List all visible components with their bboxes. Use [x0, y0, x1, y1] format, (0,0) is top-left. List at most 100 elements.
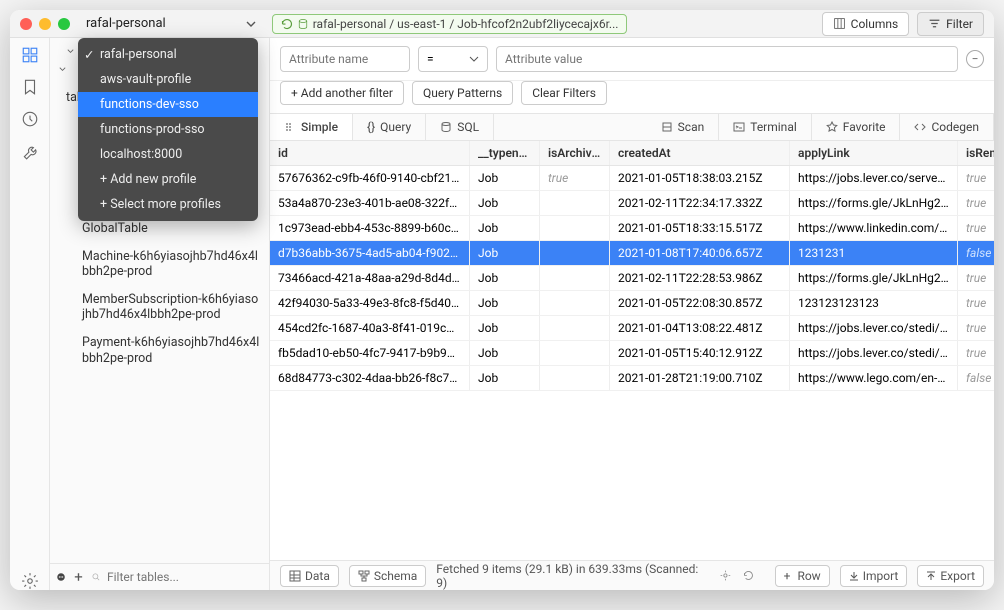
table-cell: Job	[470, 366, 540, 390]
sidebar-table[interactable]: Machine-k6h6yiasojhb7hd46x4lbbh2pe-prod	[50, 243, 269, 286]
breadcrumb[interactable]: rafal-personal / us-east-1 / Job-hfcof2n…	[272, 14, 628, 34]
upload-icon	[926, 571, 936, 581]
btn-label: Row	[797, 569, 820, 583]
tab-codegen[interactable]: Codegen	[900, 114, 994, 140]
table-cell: 2021-01-04T13:08:22.481Z	[610, 316, 790, 340]
table-cell	[540, 291, 610, 315]
profile-dropdown-item[interactable]: localhost:8000	[78, 142, 258, 167]
table-cell: https://forms.gle/JkLnHg2wbAgZG7	[790, 266, 958, 290]
tab-scan[interactable]: Scan	[647, 114, 720, 140]
grid-icon[interactable]	[21, 46, 39, 64]
table-cell: 2021-02-11T22:28:53.986Z	[610, 266, 790, 290]
column-header[interactable]: __typename	[470, 141, 540, 165]
bookmark-icon[interactable]	[21, 78, 39, 96]
import-button[interactable]: Import	[840, 565, 908, 587]
chevron-down-icon	[66, 47, 75, 56]
schema-tab[interactable]: Schema	[349, 565, 426, 587]
table-row[interactable]: d7b36abb-3675-4ad5-ab04-f9027aeJob2021-0…	[270, 241, 994, 266]
table-cell: true	[958, 341, 994, 365]
table-row[interactable]: 454cd2fc-1687-40a3-8f41-019c0d3cJob2021-…	[270, 316, 994, 341]
columns-button[interactable]: Columns	[822, 12, 910, 36]
table-cell	[540, 216, 610, 240]
tab-favorite[interactable]: Favorite	[812, 114, 901, 140]
table-row[interactable]: 57676362-c9fb-46f0-9140-cbf21958Jobtrue2…	[270, 166, 994, 191]
table-cell	[540, 241, 610, 265]
column-header[interactable]: isArchived	[540, 141, 610, 165]
query-patterns-button[interactable]: Query Patterns	[412, 81, 513, 105]
table-row[interactable]: 42f94030-5a33-49e3-8fc8-f5d400dcJob2021-…	[270, 291, 994, 316]
breadcrumb-text: rafal-personal / us-east-1 / Job-hfcof2n…	[313, 17, 619, 31]
table-cell	[540, 266, 610, 290]
column-header[interactable]: applyLink	[790, 141, 958, 165]
table-cell: 454cd2fc-1687-40a3-8f41-019c0d3c	[270, 316, 470, 340]
table-cell: https://jobs.lever.co/stedi/5aa481d0-	[790, 341, 958, 365]
column-header[interactable]: isRemote	[958, 141, 994, 165]
profile-dropdown-item[interactable]: aws-vault-profile	[78, 67, 258, 92]
chevron-down-icon	[246, 19, 256, 29]
add-filter-button[interactable]: + Add another filter	[280, 81, 404, 105]
tab-label: Favorite	[843, 120, 886, 134]
refresh-icon[interactable]	[742, 569, 755, 582]
table-row[interactable]: 68d84773-c302-4daa-bb26-f8c734dJob2021-0…	[270, 366, 994, 391]
table-cell: Job	[470, 216, 540, 240]
gear-icon[interactable]	[21, 572, 39, 590]
window-close[interactable]	[20, 18, 32, 30]
table-cell: 68d84773-c302-4daa-bb26-f8c734d	[270, 366, 470, 390]
table-cell: Job	[470, 341, 540, 365]
table-cell: https://jobs.lever.co/stedi/4e5db18a-	[790, 316, 958, 340]
tab-label: Scan	[678, 120, 705, 134]
table-cell: 57676362-c9fb-46f0-9140-cbf21958	[270, 166, 470, 190]
column-header[interactable]: id	[270, 141, 470, 165]
chat-icon[interactable]	[56, 570, 66, 584]
operator-select[interactable]: =	[418, 46, 488, 72]
attribute-name-input[interactable]	[280, 46, 410, 72]
table-row[interactable]: 1c973ead-ebb4-453c-8899-b60cbc7Job2021-0…	[270, 216, 994, 241]
add-table-button[interactable]: +	[72, 568, 85, 586]
filter-label: Filter	[946, 17, 973, 31]
window-maximize[interactable]	[58, 18, 70, 30]
sidebar-table[interactable]: MemberSubscription-k6h6yiasojhb7hd46x4lb…	[50, 286, 269, 329]
add-row-button[interactable]: + Row	[775, 565, 830, 587]
table-cell: https://www.lego.com/en-pl/aboutus/	[790, 366, 958, 390]
clear-filters-button[interactable]: Clear Filters	[521, 81, 607, 105]
table-row[interactable]: fb5dad10-eb50-4fc7-9417-b9b9cebJob2021-0…	[270, 341, 994, 366]
attribute-value-input[interactable]	[496, 46, 958, 72]
download-icon	[849, 571, 859, 581]
code-icon	[914, 121, 926, 133]
sidebar-table[interactable]: Payment-k6h6yiasojhb7hd46x4lbbh2pe-prod	[50, 329, 269, 372]
profile-dropdown-item[interactable]: functions-dev-sso	[78, 92, 258, 117]
gear-icon[interactable]	[719, 569, 732, 582]
columns-icon	[833, 17, 846, 30]
tab-label: Codegen	[931, 120, 979, 134]
table-cell: Job	[470, 166, 540, 190]
filter-button[interactable]: Filter	[917, 12, 984, 36]
tool-icon[interactable]	[21, 142, 39, 160]
table-cell: Job	[470, 266, 540, 290]
filter-tables-input[interactable]	[107, 570, 263, 584]
column-header[interactable]: createdAt	[610, 141, 790, 165]
table-row[interactable]: 53a4a870-23e3-401b-ae08-322f62fJob2021-0…	[270, 191, 994, 216]
status-label: Schema	[374, 569, 417, 583]
profile-dropdown-item[interactable]: functions-prod-sso	[78, 117, 258, 142]
database-icon	[440, 121, 452, 133]
history-icon[interactable]	[21, 110, 39, 128]
profile-dropdown-item[interactable]: + Select more profiles	[78, 192, 258, 217]
table-cell: Job	[470, 291, 540, 315]
columns-label: Columns	[851, 17, 899, 31]
tab-sql[interactable]: SQL	[426, 114, 494, 140]
table-cell: Job	[470, 241, 540, 265]
btn-label: Import	[863, 569, 899, 583]
remove-filter-button[interactable]: −	[966, 50, 984, 68]
status-label: Data	[305, 569, 330, 583]
profile-selector[interactable]: rafal-personal	[86, 16, 256, 31]
data-tab[interactable]: Data	[280, 565, 339, 587]
tab-simple[interactable]: Simple	[270, 114, 353, 140]
export-button[interactable]: Export	[917, 565, 984, 587]
profile-dropdown-item[interactable]: rafal-personal	[78, 42, 258, 67]
tab-terminal[interactable]: Terminal	[719, 114, 812, 140]
window-minimize[interactable]	[39, 18, 51, 30]
tab-query[interactable]: {}Query	[353, 114, 426, 140]
table-row[interactable]: 73466acd-421a-48aa-a29d-8d4db8Job2021-02…	[270, 266, 994, 291]
schema-icon	[358, 570, 370, 582]
profile-dropdown-item[interactable]: + Add new profile	[78, 167, 258, 192]
